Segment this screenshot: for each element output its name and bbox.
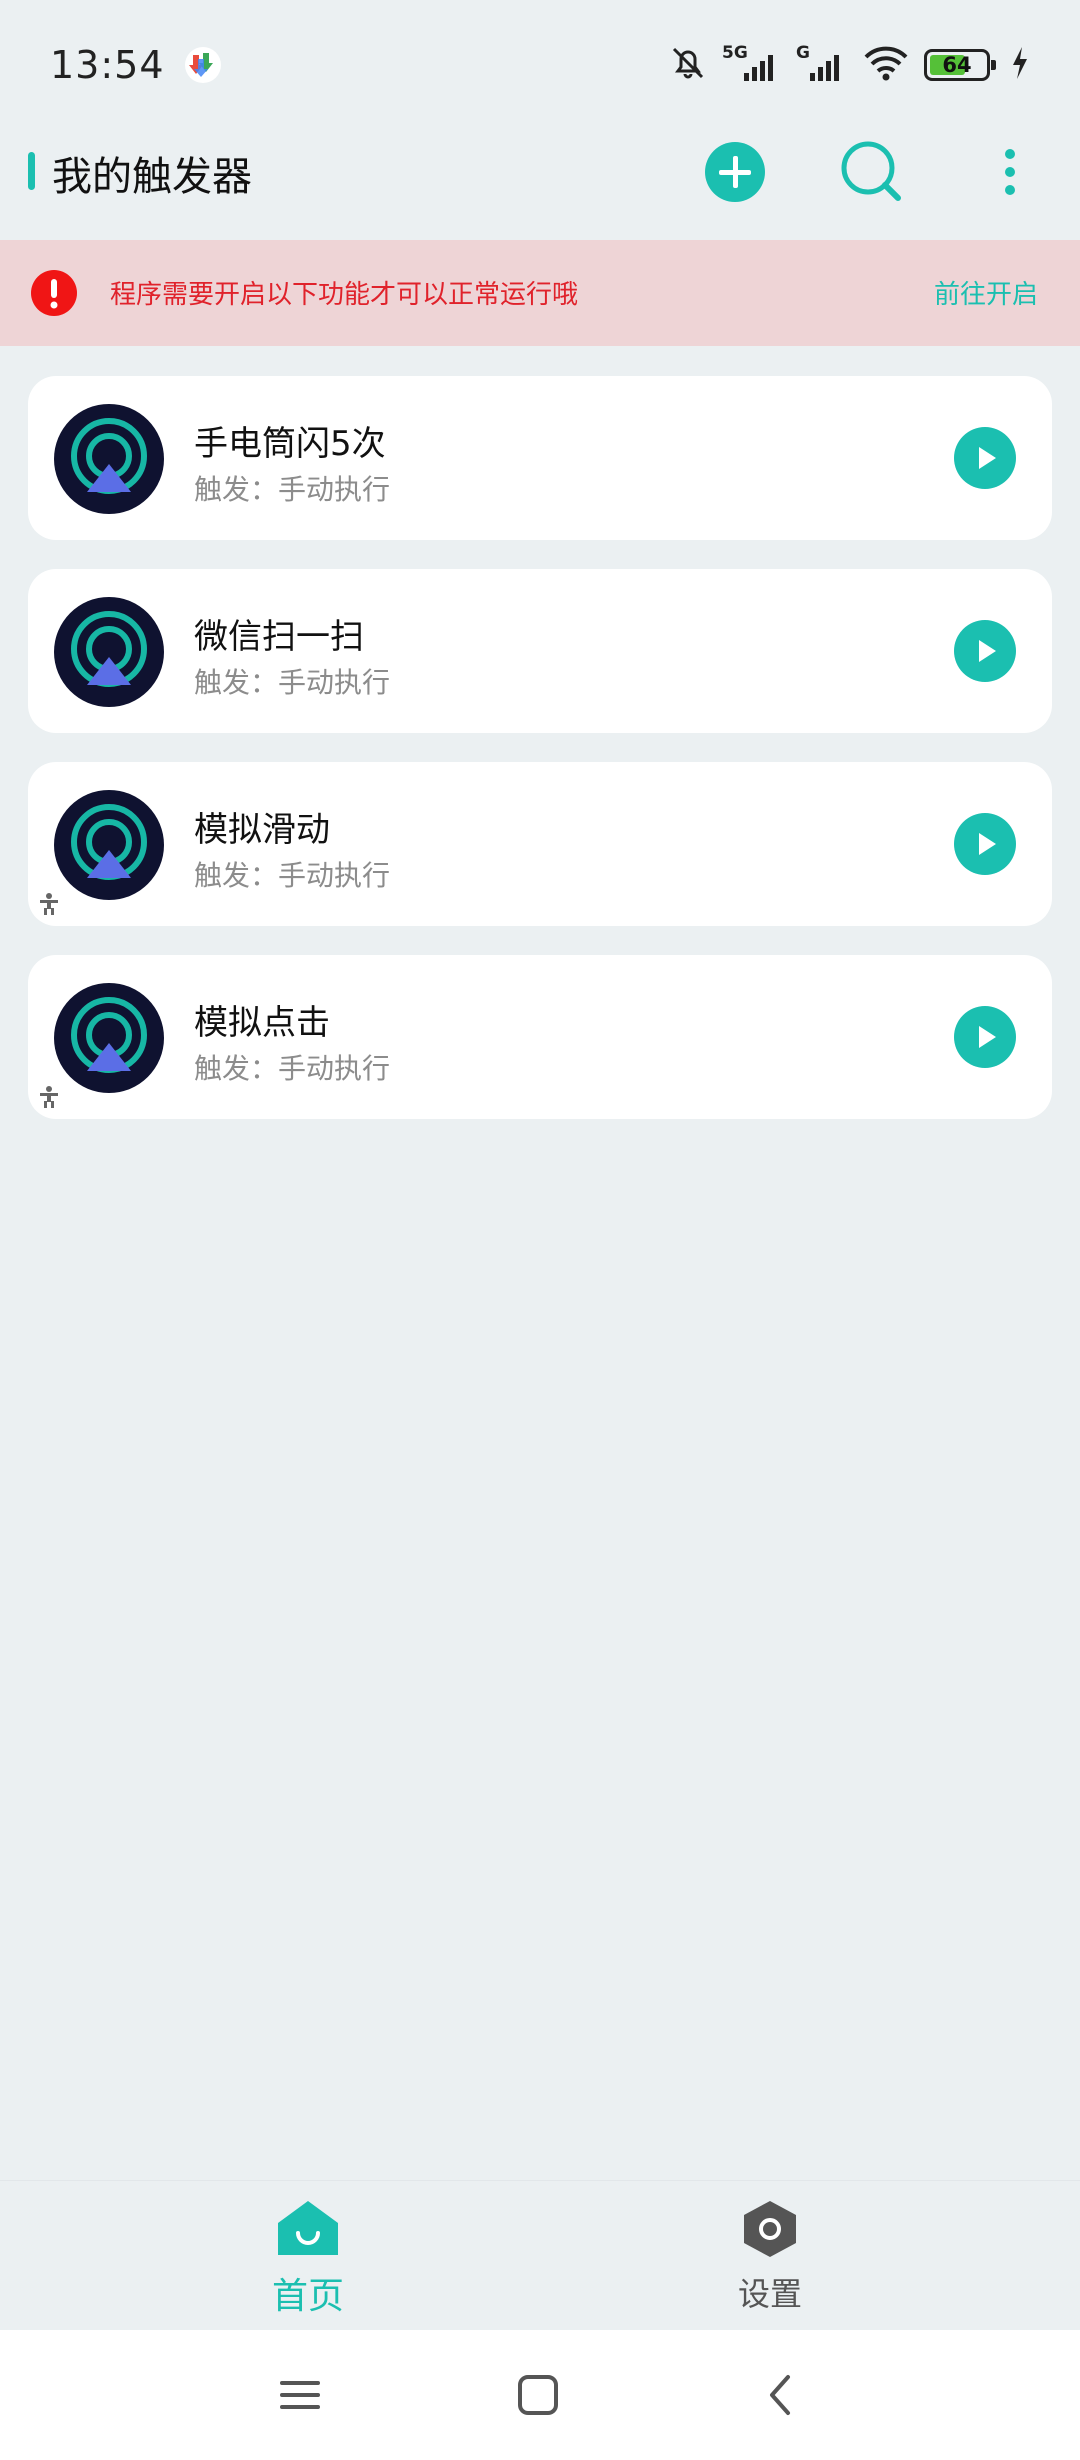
enable-permissions-link[interactable]: 前往开启 [934,274,1038,311]
back-chevron-icon [770,2375,790,2415]
trigger-avatar-icon [54,983,164,1093]
accessibility-icon [38,1085,60,1109]
charging-icon [1010,45,1030,85]
battery-level: 64 [942,53,972,77]
add-button[interactable] [697,134,773,210]
wifi-icon [862,43,910,87]
trigger-title: 微信扫一扫 [194,617,364,657]
add-icon [705,142,765,202]
nav-tab-home-label: 首页 [271,2276,344,2317]
trigger-card[interactable]: 手电筒闪5次 触发：手动执行 [28,376,1052,540]
home-system-button[interactable] [508,2370,568,2420]
alert-icon [30,269,78,317]
trigger-subtitle: 触发：手动执行 [194,1052,391,1085]
trigger-subtitle: 触发：手动执行 [194,859,391,892]
title-accent-bar [28,152,35,190]
menu-icon [280,2381,320,2409]
run-trigger-button[interactable] [954,427,1016,489]
home-icon [278,2201,338,2255]
battery-cap [991,60,996,70]
square-icon [518,2375,558,2415]
play-icon [954,1006,1016,1068]
bottom-navigation: 首页 设置 [0,2180,1080,2330]
search-icon [841,141,901,201]
trigger-title: 模拟滑动 [194,810,330,850]
settings-hex-icon [744,2201,796,2257]
nav-tab-home[interactable]: 首页 [208,2199,408,2319]
recent-apps-button[interactable] [270,2370,330,2420]
trigger-title: 模拟点击 [194,1003,330,1043]
app-bar: 我的触发器 [0,130,1080,240]
run-trigger-button[interactable] [954,813,1016,875]
trigger-avatar-icon [54,404,164,514]
trigger-card[interactable]: 微信扫一扫 触发：手动执行 [28,569,1052,733]
play-icon [954,620,1016,682]
run-trigger-button[interactable] [954,620,1016,682]
downloader-app-icon [183,45,223,85]
trigger-subtitle: 触发：手动执行 [194,473,391,506]
trigger-subtitle: 触发：手动执行 [194,666,391,699]
trigger-card[interactable]: 模拟点击 触发：手动执行 [28,955,1052,1119]
page-title: 我的触发器 [52,154,252,200]
system-navigation-bar [0,2330,1080,2460]
page: 13:54 5G G 64 我的触发器 程序需要开启以下功能才可以正常运行哦 前… [0,0,1080,2460]
banner-message: 程序需要开启以下功能才可以正常运行哦 [110,280,579,310]
trigger-avatar-icon [54,597,164,707]
back-button[interactable] [750,2370,810,2420]
trigger-card[interactable]: 模拟滑动 触发：手动执行 [28,762,1052,926]
trigger-title: 手电筒闪5次 [194,424,386,464]
signal-g-icon: G [796,43,848,85]
run-trigger-button[interactable] [954,1006,1016,1068]
status-icons: 5G G 64 [668,43,1030,87]
play-icon [954,813,1016,875]
nav-tab-settings[interactable]: 设置 [670,2199,870,2319]
trigger-avatar-icon [54,790,164,900]
play-icon [954,427,1016,489]
accessibility-icon [38,892,60,916]
more-button[interactable] [972,134,1048,210]
more-vert-icon [1005,149,1015,195]
signal-5g-icon: 5G [722,43,782,85]
status-bar: 13:54 5G G 64 [0,0,1080,130]
nav-tab-settings-label: 设置 [737,2275,802,2313]
battery-icon: 64 [924,49,996,81]
search-button[interactable] [834,134,910,210]
status-time: 13:54 [50,43,165,87]
permission-warning-banner: 程序需要开启以下功能才可以正常运行哦 前往开启 [0,240,1080,346]
mute-bell-icon [668,43,708,87]
